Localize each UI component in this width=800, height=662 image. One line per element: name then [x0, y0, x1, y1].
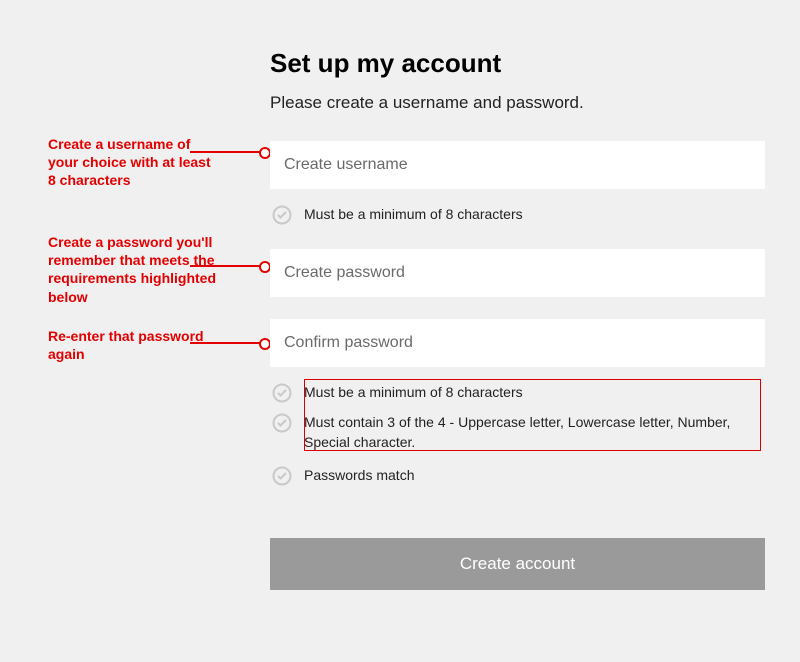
page-subtitle: Please create a username and password. [270, 93, 765, 113]
requirement-row: Must contain 3 of the 4 - Uppercase lett… [270, 409, 765, 456]
page-title: Set up my account [270, 48, 765, 79]
connector-line [190, 342, 266, 344]
username-input[interactable] [270, 141, 765, 189]
check-icon [272, 383, 292, 403]
check-icon [272, 205, 292, 225]
check-icon [272, 413, 292, 433]
requirement-text: Must contain 3 of the 4 - Uppercase lett… [304, 413, 765, 452]
requirement-text: Must be a minimum of 8 characters [304, 205, 523, 225]
account-setup-form: Set up my account Please create a userna… [270, 48, 765, 590]
requirement-row: Must be a minimum of 8 characters [270, 201, 765, 229]
password-input[interactable] [270, 249, 765, 297]
connector-line [190, 265, 266, 267]
requirement-text: Must be a minimum of 8 characters [304, 383, 523, 403]
callout-password: Create a password you'll remember that m… [48, 233, 218, 306]
password-requirements-group: Must be a minimum of 8 characters Must c… [270, 379, 765, 456]
connector-line [190, 151, 266, 153]
requirement-text: Passwords match [304, 466, 414, 486]
requirement-row: Passwords match [270, 462, 765, 490]
callout-username: Create a username of your choice with at… [48, 135, 218, 190]
check-icon [272, 466, 292, 486]
callout-confirm: Re-enter that password again [48, 327, 218, 363]
create-account-button[interactable]: Create account [270, 538, 765, 590]
requirement-row: Must be a minimum of 8 characters [270, 379, 765, 407]
confirm-password-input[interactable] [270, 319, 765, 367]
